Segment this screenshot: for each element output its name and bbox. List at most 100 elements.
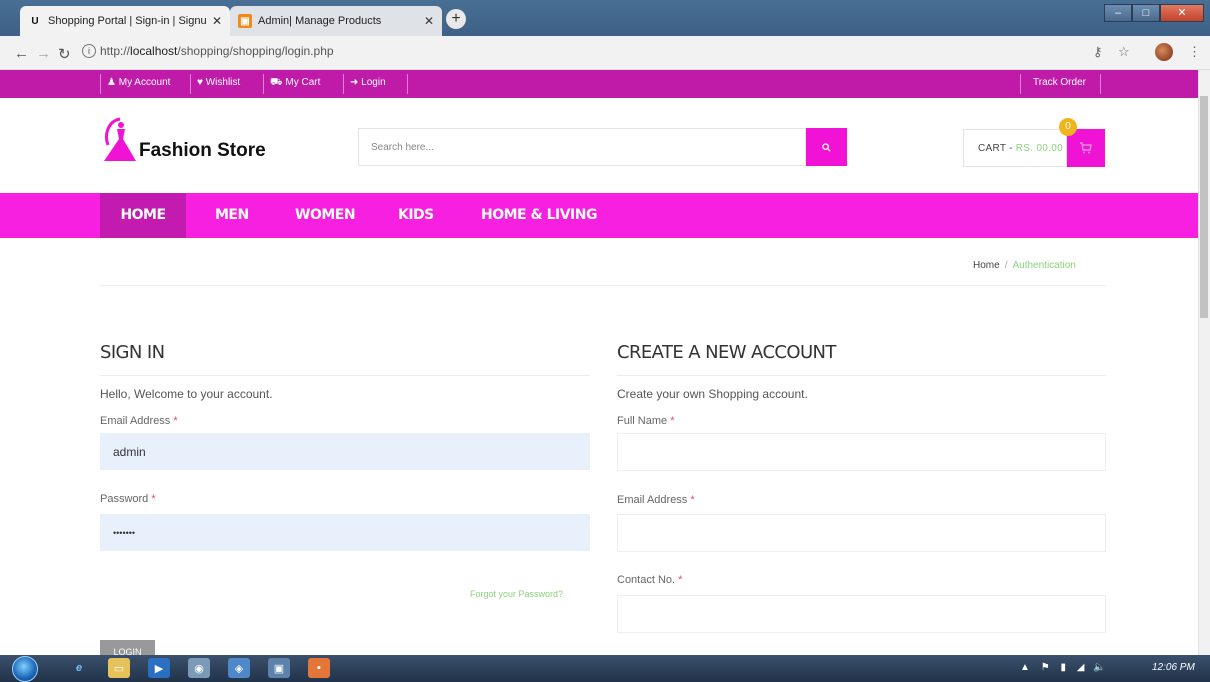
register-title: CREATE A NEW ACCOUNT bbox=[617, 342, 836, 363]
logo-icon[interactable] bbox=[102, 115, 140, 168]
user-icon: ♟ bbox=[107, 77, 116, 88]
nav-women[interactable]: WOMEN bbox=[295, 193, 356, 238]
tab-title: Shopping Portal | Sign-in | Signu bbox=[48, 15, 207, 27]
cart-count-badge: 0 bbox=[1059, 118, 1077, 136]
close-tab-icon[interactable]: ✕ bbox=[424, 14, 434, 28]
divider bbox=[1100, 74, 1101, 94]
minimize-button[interactable]: – bbox=[1104, 4, 1132, 22]
forward-icon[interactable]: → bbox=[36, 45, 51, 62]
breadcrumb-separator: / bbox=[1004, 260, 1008, 271]
tray-signal-icon[interactable]: ◢ bbox=[1077, 662, 1085, 673]
login-link[interactable]: ➜ Login bbox=[350, 77, 386, 88]
url-prefix: http:// bbox=[100, 44, 131, 58]
tray-flag-icon[interactable]: ⚑ bbox=[1041, 662, 1050, 673]
divider bbox=[343, 74, 344, 94]
my-cart-link[interactable]: ⛟ My Cart bbox=[270, 77, 320, 90]
close-window-button[interactable]: ✕ bbox=[1160, 4, 1204, 22]
heart-icon: ♥ bbox=[197, 77, 203, 88]
profile-avatar[interactable] bbox=[1155, 43, 1173, 61]
breadcrumb: Home / Authentication bbox=[973, 260, 1076, 271]
url-path: /shopping/shopping/login.php bbox=[177, 44, 334, 58]
contact-label: Contact No. * bbox=[617, 574, 683, 586]
browser-tab-inactive[interactable]: ▣ Admin| Manage Products ✕ bbox=[230, 6, 442, 36]
start-button[interactable] bbox=[12, 656, 38, 682]
welcome-text: Hello, Welcome to your account. bbox=[100, 387, 273, 401]
divider bbox=[407, 74, 408, 94]
cart-icon: ⛟ bbox=[270, 77, 283, 88]
cart-button[interactable] bbox=[1067, 129, 1105, 167]
back-icon[interactable]: ← bbox=[14, 45, 29, 62]
signin-title: SIGN IN bbox=[100, 342, 165, 363]
address-bar: ← → ↻ i http://localhost/shopping/shoppi… bbox=[0, 36, 1210, 70]
fullname-label: Full Name * bbox=[617, 415, 675, 427]
nav-home-living[interactable]: HOME & LIVING bbox=[481, 193, 597, 238]
my-account-link[interactable]: ♟ My Account bbox=[107, 77, 170, 88]
tray-volume-icon[interactable]: 🔈 bbox=[1093, 662, 1105, 673]
window-app-icon[interactable]: ▣ bbox=[268, 658, 290, 678]
fullname-input[interactable] bbox=[617, 433, 1106, 471]
chrome-icon[interactable]: ◉ bbox=[188, 658, 210, 678]
tray-battery-icon[interactable]: ▮ bbox=[1060, 662, 1066, 673]
tray-arrow-icon[interactable]: ▲ bbox=[1020, 662, 1030, 673]
breadcrumb-home[interactable]: Home bbox=[973, 260, 1000, 271]
divider bbox=[100, 375, 590, 376]
divider bbox=[263, 74, 264, 94]
breadcrumb-current: Authentication bbox=[1012, 260, 1076, 271]
nav-men[interactable]: MEN bbox=[215, 193, 249, 238]
site-top-bar: ♟ My Account ♥ Wishlist ⛟ My Cart ➜ Logi… bbox=[0, 70, 1198, 98]
url-field[interactable]: http://localhost/shopping/shopping/login… bbox=[100, 44, 334, 58]
shopping-cart-icon bbox=[1080, 142, 1092, 154]
new-tab-button[interactable]: + bbox=[446, 9, 466, 29]
signin-password-input[interactable]: ••••••• bbox=[100, 514, 590, 551]
logo-text[interactable]: Fashion Store bbox=[139, 140, 266, 162]
maximize-button[interactable]: □ bbox=[1132, 4, 1160, 22]
search-button[interactable] bbox=[806, 128, 847, 166]
forgot-password-link[interactable]: Forgot your Password? bbox=[470, 589, 563, 599]
browser-tab-bar: U Shopping Portal | Sign-in | Signu ✕ ▣ … bbox=[0, 0, 1210, 36]
browser-tab-active[interactable]: U Shopping Portal | Sign-in | Signu ✕ bbox=[20, 6, 230, 36]
explorer-icon[interactable]: ▭ bbox=[108, 658, 130, 678]
register-intro: Create your own Shopping account. bbox=[617, 387, 808, 401]
cart-summary[interactable]: CART - RS. 00.00 bbox=[963, 129, 1067, 167]
register-email-input[interactable] bbox=[617, 514, 1106, 552]
reload-icon[interactable]: ↻ bbox=[58, 45, 71, 63]
contact-input[interactable] bbox=[617, 595, 1106, 633]
cart-label: CART - bbox=[978, 142, 1013, 154]
xampp-icon[interactable]: ▪ bbox=[308, 658, 330, 678]
search-icon bbox=[822, 142, 831, 152]
tab-title: Admin| Manage Products bbox=[258, 15, 382, 27]
key-icon[interactable]: ⚷ bbox=[1093, 44, 1103, 60]
nav-home[interactable]: HOME bbox=[100, 193, 186, 238]
search-input[interactable] bbox=[359, 129, 805, 165]
divider bbox=[617, 375, 1106, 376]
wishlist-link[interactable]: ♥ Wishlist bbox=[197, 77, 240, 88]
wishlist-label: Wishlist bbox=[205, 77, 241, 88]
star-icon[interactable]: ☆ bbox=[1118, 44, 1130, 60]
login-label: Login bbox=[361, 77, 386, 88]
info-icon[interactable]: i bbox=[82, 44, 96, 58]
my-cart-label: My Cart bbox=[285, 77, 321, 88]
track-order-link[interactable]: Track Order bbox=[1033, 77, 1086, 88]
ie-icon[interactable]: e bbox=[68, 658, 90, 678]
menu-dots-icon[interactable]: ⋮ bbox=[1188, 44, 1201, 60]
signin-email-label: Email Address * bbox=[100, 415, 178, 427]
admin-favicon-icon: ▣ bbox=[238, 14, 252, 28]
divider bbox=[100, 74, 101, 94]
my-account-label: My Account bbox=[118, 77, 171, 88]
login-icon: ➜ bbox=[350, 77, 359, 88]
scrollbar-thumb[interactable] bbox=[1200, 96, 1208, 318]
site-favicon-icon: U bbox=[31, 15, 39, 27]
divider bbox=[190, 74, 191, 94]
signin-password-label: Password * bbox=[100, 493, 156, 505]
media-player-icon[interactable]: ▶ bbox=[148, 658, 170, 678]
nav-kids[interactable]: KIDS bbox=[398, 193, 434, 238]
close-tab-icon[interactable]: ✕ bbox=[212, 14, 222, 28]
network-app-icon[interactable]: ◈ bbox=[228, 658, 250, 678]
divider bbox=[1020, 74, 1021, 94]
main-nav: HOME MEN WOMEN KIDS HOME & LIVING bbox=[0, 193, 1198, 238]
system-tray: ▲ ⚑ ▮ ◢ 🔈 bbox=[1020, 662, 1106, 673]
divider bbox=[100, 285, 1106, 286]
signin-email-input[interactable] bbox=[100, 433, 590, 470]
taskbar-clock[interactable]: 12:06 PM bbox=[1152, 662, 1195, 673]
search-box bbox=[358, 128, 806, 166]
